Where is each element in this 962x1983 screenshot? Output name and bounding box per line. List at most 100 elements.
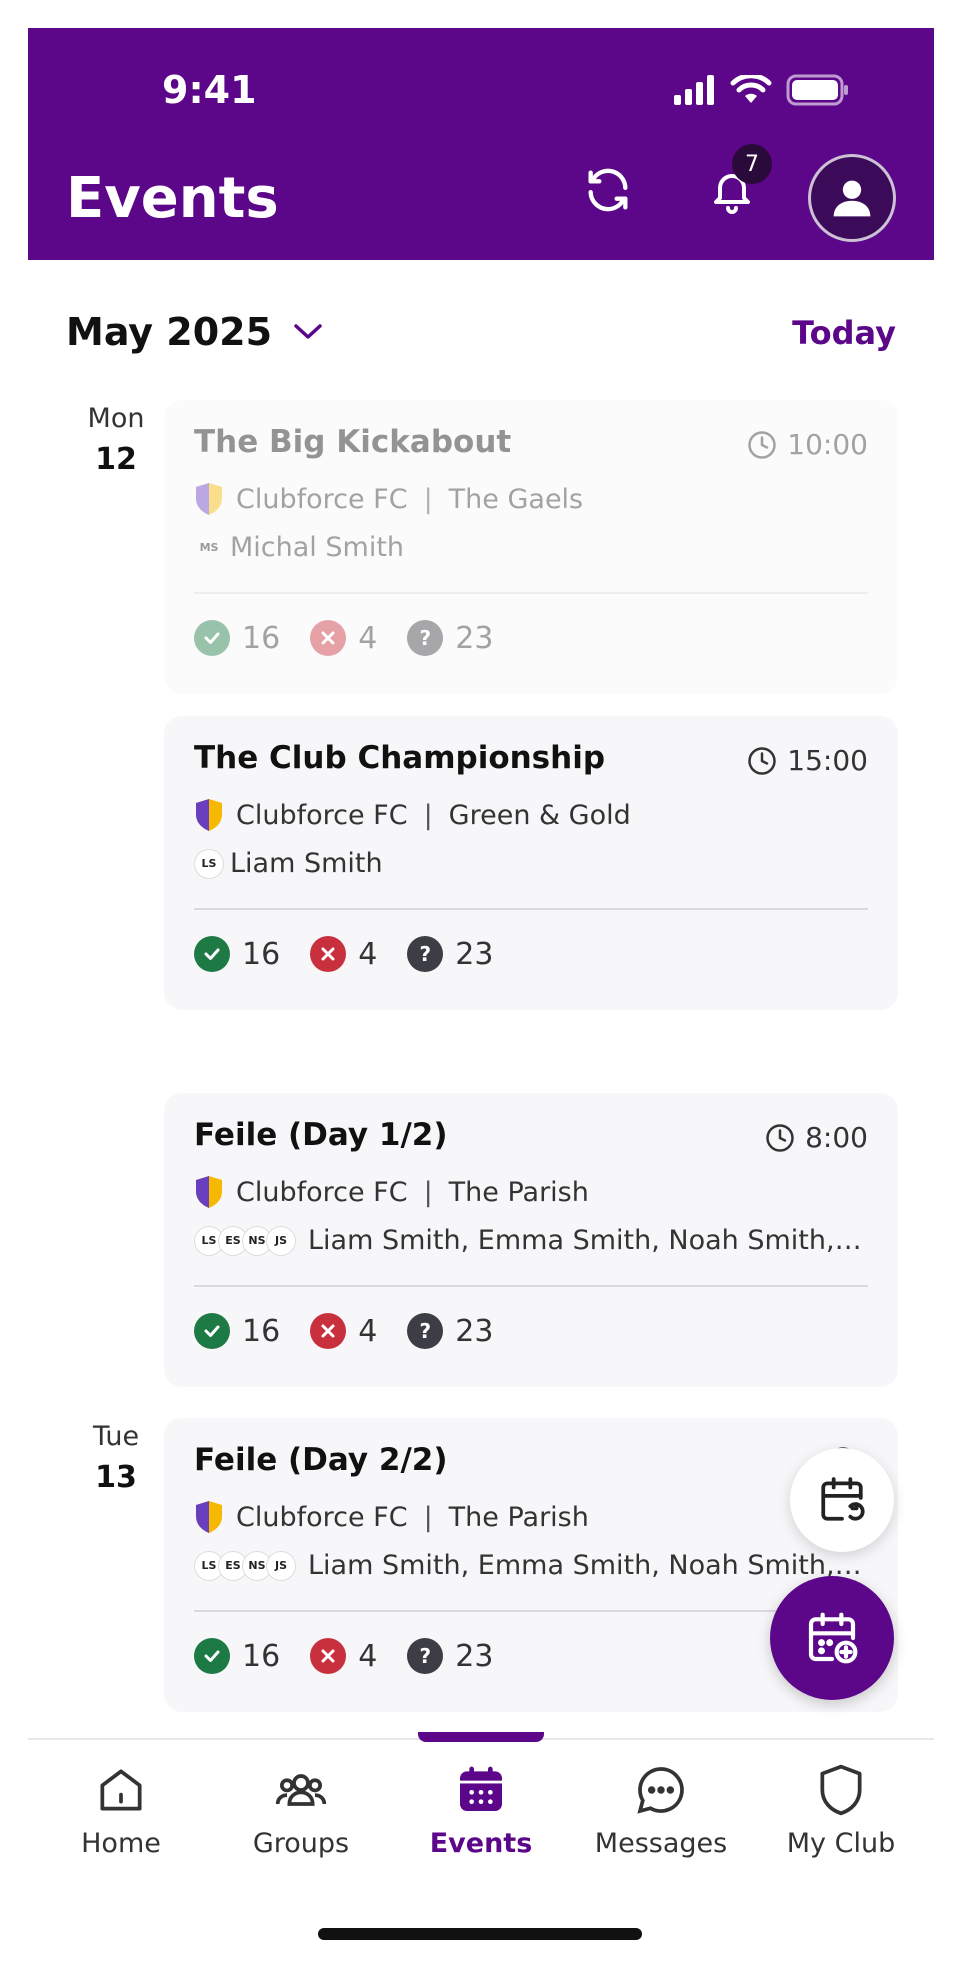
event-club-line: Clubforce FC | The Parish <box>194 1175 868 1209</box>
going-value: 16 <box>242 936 281 972</box>
rsvp-counts: 16 4 ? 23 <box>194 620 493 656</box>
event-time-text: 8:00 <box>805 1121 868 1154</box>
going-value: 16 <box>242 620 281 656</box>
card-divider <box>194 1610 868 1612</box>
unknown-count: ? 23 <box>407 936 493 972</box>
bottom-tab-bar: Home Groups Events Messages My Club <box>28 1732 934 1983</box>
event-people-line: LS Liam Smith <box>194 848 868 879</box>
not-going-value: 4 <box>358 620 378 656</box>
event-time: 8:00 <box>765 1121 868 1154</box>
user-icon <box>833 180 871 217</box>
tab-messages[interactable]: Messages <box>571 1762 751 1859</box>
person-initials: MS <box>199 541 219 554</box>
not-going-count: 4 <box>310 1638 377 1674</box>
people-names: Liam Smith <box>230 848 383 879</box>
refresh-button[interactable] <box>576 158 640 222</box>
not-going-count: 4 <box>310 620 377 656</box>
card-divider <box>194 908 868 910</box>
event-card[interactable]: The Big Kickabout 10:00 Clubforce FC | T… <box>164 400 898 694</box>
rsvp-counts: 16 4 ? 23 <box>194 936 493 972</box>
team-name: Green & Gold <box>448 799 631 831</box>
not-going-value: 4 <box>358 1313 378 1349</box>
month-selector[interactable]: May 2025 <box>66 310 324 354</box>
event-card[interactable]: Feile (Day 1/2) 8:00 Clubforce FC | The … <box>164 1093 898 1387</box>
tab-label: Home <box>81 1828 161 1859</box>
club-name: Clubforce FC <box>236 799 408 831</box>
separator: | <box>423 1176 433 1208</box>
month-bar: May 2025 Today <box>28 260 934 380</box>
team-name: The Parish <box>448 1176 589 1208</box>
going-count: 16 <box>194 1638 280 1674</box>
tab-label: Messages <box>594 1828 728 1859</box>
profile-avatar-button[interactable] <box>808 154 896 242</box>
event-title: Feile (Day 1/2) <box>194 1117 448 1153</box>
event-club-line: Clubforce FC | Green & Gold <box>194 798 868 832</box>
day-label: Tue 13 <box>66 1421 166 1495</box>
club-crest-icon <box>196 1501 222 1533</box>
avatar-stack: MS <box>194 533 219 563</box>
calendar-add-icon <box>808 1612 858 1664</box>
going-value: 16 <box>242 1638 281 1674</box>
cross-icon <box>310 1313 347 1349</box>
home-icon <box>100 1769 142 1811</box>
avatar-stack: LS <box>194 848 224 879</box>
app-header: 9:41 Events 7 <box>28 28 934 260</box>
tab-label: Events <box>429 1828 533 1859</box>
not-going-count: 4 <box>310 1313 377 1349</box>
question-icon: ? <box>407 936 444 972</box>
home-indicator <box>318 1928 642 1940</box>
unknown-count: ? 23 <box>407 620 493 656</box>
not-going-value: 4 <box>358 1638 378 1674</box>
calendar-sync-icon <box>821 1477 865 1521</box>
notifications-button[interactable]: 7 <box>700 144 772 222</box>
rsvp-counts: 16 4 ? 23 <box>194 1638 493 1674</box>
event-club-line: Clubforce FC | The Parish <box>194 1500 868 1534</box>
unknown-value: 23 <box>455 620 494 656</box>
unknown-count: ? 23 <box>407 1638 493 1674</box>
club-crest-icon <box>196 1176 222 1208</box>
notification-badge: 7 <box>732 144 772 184</box>
app-screen: 9:41 Events 7 May 2025 Today Mon 12 Tue … <box>28 28 934 1983</box>
person-initials: LS <box>194 848 224 879</box>
event-people-line: LS ES NS JS Liam Smith, Emma Smith, Noah… <box>194 1225 868 1256</box>
event-people-line: LS ES NS JS Liam Smith, Emma Smith, Noah… <box>194 1550 868 1581</box>
question-icon: ? <box>407 1638 444 1674</box>
tab-events[interactable]: Events <box>391 1762 571 1859</box>
tab-my-club[interactable]: My Club <box>751 1762 931 1859</box>
event-title: Feile (Day 2/2) <box>194 1442 448 1478</box>
sync-calendar-button[interactable] <box>790 1448 894 1552</box>
battery-icon <box>786 74 848 106</box>
event-time: 15:00 <box>747 744 868 777</box>
going-count: 16 <box>194 620 280 656</box>
card-divider <box>194 592 868 594</box>
question-icon: ? <box>407 1313 444 1349</box>
clock-icon <box>748 430 777 459</box>
unknown-value: 23 <box>455 936 494 972</box>
person-initials: JS <box>266 1550 296 1581</box>
people-names: Liam Smith, Emma Smith, Noah Smith, Jor.… <box>308 1550 868 1581</box>
not-going-count: 4 <box>310 936 377 972</box>
check-icon <box>194 936 230 972</box>
tab-home[interactable]: Home <box>31 1762 211 1859</box>
question-icon: ? <box>407 620 444 656</box>
club-name: Clubforce FC <box>236 1176 408 1208</box>
separator: | <box>423 483 433 515</box>
today-button[interactable]: Today <box>792 314 896 352</box>
people-names: Michal Smith <box>230 532 405 563</box>
club-crest-icon <box>196 483 222 515</box>
check-icon <box>194 620 230 656</box>
chevron-down-icon <box>294 324 322 339</box>
event-card[interactable]: The Club Championship 15:00 Clubforce FC… <box>164 716 898 1010</box>
rsvp-counts: 16 4 ? 23 <box>194 1313 493 1349</box>
event-people-line: MS Michal Smith <box>194 532 868 563</box>
day-label: Mon 12 <box>66 403 166 477</box>
check-icon <box>194 1638 230 1674</box>
groups-icon <box>275 1774 327 1806</box>
day-number: 13 <box>95 1460 137 1495</box>
tab-groups[interactable]: Groups <box>211 1762 391 1859</box>
avatar-stack: LS ES NS JS <box>194 1225 296 1256</box>
tab-label: My Club <box>786 1828 896 1859</box>
event-title: The Club Championship <box>194 740 606 776</box>
people-names: Liam Smith, Emma Smith, Noah Smith, Jor.… <box>308 1225 868 1256</box>
add-event-button[interactable] <box>770 1576 894 1700</box>
